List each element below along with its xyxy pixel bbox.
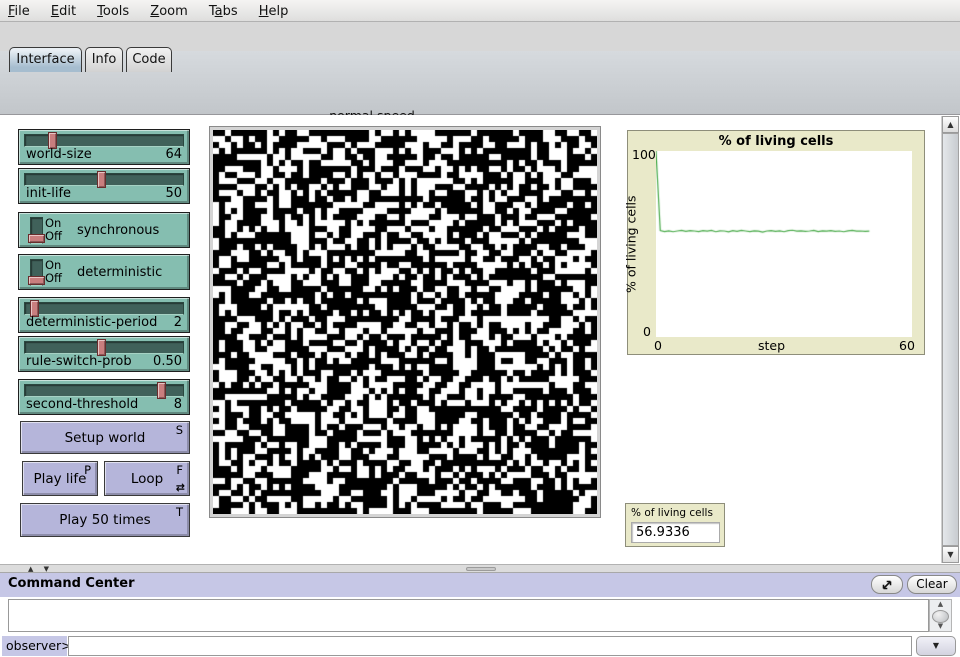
monitor-value: 56.9336	[631, 522, 720, 543]
living-cells-monitor: % of living cells 56.9336	[625, 503, 725, 547]
agent-type-dropdown[interactable]: ▼	[916, 636, 956, 656]
slider-deterministic-period[interactable]: deterministic-period 2	[18, 297, 190, 333]
switch-off-label: Off	[45, 272, 62, 284]
tab-code[interactable]: Code	[126, 47, 172, 72]
slider-second-threshold[interactable]: second-threshold 8	[18, 379, 190, 415]
y-tick-0: 0	[643, 324, 651, 339]
slider-handle[interactable]	[97, 171, 106, 188]
button-label: Play 50 times	[59, 512, 150, 528]
slider-label: deterministic-period	[26, 315, 157, 330]
y-tick-100: 100	[632, 147, 656, 162]
slider-value: 2	[174, 315, 182, 330]
tab-info[interactable]: Info	[85, 47, 123, 72]
command-center-title: Command Center	[8, 576, 134, 591]
down-arrow-icon: ▼	[933, 641, 939, 650]
slider-rule-switch-prob[interactable]: rule-switch-prob 0.50	[18, 336, 190, 372]
scroll-down-button[interactable]: ▼	[942, 546, 959, 563]
button-label: Play life	[33, 471, 86, 487]
forever-icon: ⇄	[176, 481, 185, 494]
living-cells-plot[interactable]: % of living cells % of living cells 100 …	[627, 130, 925, 355]
button-key: S	[176, 423, 183, 437]
button-key: T	[176, 505, 183, 519]
scroll-up-button[interactable]: ▲	[942, 116, 959, 133]
down-arrow-icon: ▼	[947, 550, 953, 559]
plot-x-axis-label: step	[758, 338, 785, 353]
switch-on-label: On	[45, 217, 61, 229]
play-50-times-button[interactable]: Play 50 times T	[20, 503, 190, 537]
menu-zoom[interactable]: Zoom	[142, 1, 195, 22]
netlogo-window: File Edit Tools Zoom Tabs Help Interface…	[0, 0, 960, 657]
x-tick-60: 60	[899, 338, 915, 353]
splitter-updown-icon[interactable]: ▲ ▼	[28, 565, 53, 573]
button-label: Setup world	[65, 430, 146, 446]
plot-y-axis-label: % of living cells	[623, 151, 639, 337]
tab-interface[interactable]: Interface	[9, 47, 82, 72]
command-output-scrollbar[interactable]: ▲ ▼	[929, 599, 952, 632]
loop-button[interactable]: Loop F ⇄	[104, 461, 190, 496]
clear-button[interactable]: Clear	[907, 575, 957, 594]
menu-file[interactable]: File	[0, 1, 38, 22]
button-label: Loop	[131, 471, 163, 487]
switch-label: synchronous	[77, 213, 159, 247]
up-arrow-icon[interactable]: ▲	[930, 600, 951, 609]
slider-world-size[interactable]: world-size 64	[18, 129, 190, 165]
slider-label: second-threshold	[26, 397, 138, 412]
world-grid-canvas[interactable]	[213, 130, 597, 514]
button-key: F	[176, 463, 183, 477]
menu-tools[interactable]: Tools	[89, 1, 137, 22]
menu-edit[interactable]: Edit	[43, 1, 84, 22]
command-center-header: Command Center Clear	[0, 573, 960, 597]
slider-label: world-size	[26, 147, 92, 162]
down-arrow-icon[interactable]: ▼	[930, 622, 951, 631]
slider-value: 8	[174, 397, 182, 412]
x-tick-0: 0	[654, 338, 662, 353]
switch-label: deterministic	[77, 255, 162, 289]
interface-canvas: world-size 64 init-life 50 On Off synchr…	[0, 115, 960, 564]
scroll-thumb[interactable]	[942, 133, 959, 546]
slider-track[interactable]	[24, 302, 184, 315]
play-life-button[interactable]: Play life P	[22, 461, 98, 496]
splitter-grip[interactable]	[466, 567, 496, 571]
export-popout-button[interactable]	[871, 575, 903, 594]
setup-world-button[interactable]: Setup world S	[20, 421, 190, 454]
slider-label: init-life	[26, 186, 71, 201]
diagonal-arrows-icon	[881, 579, 893, 591]
switch-on-label: On	[45, 259, 61, 271]
plot-line-canvas	[656, 151, 912, 337]
command-output-area[interactable]	[8, 599, 929, 632]
monitor-label: % of living cells	[631, 507, 713, 519]
switch-handle[interactable]	[28, 276, 45, 285]
switch-handle[interactable]	[28, 234, 45, 243]
command-center-splitter[interactable]: ▲ ▼	[0, 564, 960, 573]
switch-deterministic[interactable]: On Off deterministic	[18, 254, 190, 290]
switch-off-label: Off	[45, 230, 62, 242]
slider-init-life[interactable]: init-life 50	[18, 168, 190, 204]
tab-bar: Interface Info Code	[0, 22, 960, 51]
button-key: P	[84, 463, 91, 477]
slider-value: 50	[165, 186, 182, 201]
observer-prompt: observer>	[2, 636, 67, 656]
plot-area	[656, 151, 912, 337]
slider-label: rule-switch-prob	[26, 354, 132, 369]
slider-value: 64	[165, 147, 182, 162]
menu-tabs[interactable]: Tabs	[201, 1, 246, 22]
menu-bar: File Edit Tools Zoom Tabs Help	[0, 0, 960, 22]
slider-value: 0.50	[153, 354, 182, 369]
up-arrow-icon: ▲	[947, 120, 953, 129]
switch-synchronous[interactable]: On Off synchronous	[18, 212, 190, 248]
menu-help[interactable]: Help	[251, 1, 297, 22]
command-input[interactable]	[68, 636, 912, 656]
plot-title: % of living cells	[628, 134, 924, 149]
slider-handle[interactable]	[157, 382, 166, 399]
world-view[interactable]	[209, 126, 601, 518]
interface-vertical-scrollbar[interactable]: ▲ ▼	[941, 116, 958, 563]
